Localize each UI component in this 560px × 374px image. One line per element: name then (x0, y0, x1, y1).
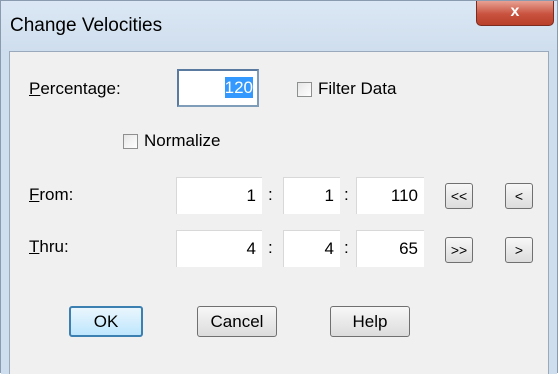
ok-button[interactable]: OK (69, 306, 143, 337)
from-first-button[interactable]: << (445, 183, 473, 209)
thru-beat-field[interactable]: 4 (283, 230, 340, 267)
from-prev-button[interactable]: < (505, 183, 533, 209)
normalize-label: Normalize (144, 131, 221, 150)
normalize-checkbox[interactable] (123, 134, 138, 149)
help-button[interactable]: Help (330, 306, 410, 337)
from-beat-field[interactable]: 1 (283, 177, 340, 214)
dialog-title: Change Velocities (10, 15, 163, 36)
dialog-body: Percentage: 120 Filter Data Normalize Fr… (9, 51, 549, 374)
thru-next-button[interactable]: > (505, 237, 533, 263)
title-bar[interactable]: Change Velocities (1, 1, 557, 51)
percentage-input[interactable]: 120 (177, 69, 259, 107)
close-button[interactable]: x (476, 1, 554, 26)
window-frame-right (549, 51, 557, 374)
thru-last-button[interactable]: >> (445, 237, 473, 263)
thru-separator-1: : (268, 238, 273, 257)
filter-data-checkbox[interactable] (297, 82, 312, 97)
filter-data-label: Filter Data (318, 79, 397, 98)
cancel-button[interactable]: Cancel (197, 306, 277, 337)
dialog-window: Change Velocities x Percentage: 120 Filt… (0, 0, 558, 374)
from-label: From: (29, 185, 74, 204)
from-separator-1: : (268, 185, 273, 204)
percentage-label: Percentage: (29, 79, 121, 98)
from-tick-field[interactable]: 110 (356, 177, 424, 214)
from-separator-2: : (344, 185, 349, 204)
thru-tick-field[interactable]: 65 (356, 230, 424, 267)
from-measure-field[interactable]: 1 (176, 177, 262, 214)
thru-separator-2: : (344, 238, 349, 257)
thru-label: Thru: (29, 237, 69, 256)
thru-measure-field[interactable]: 4 (176, 230, 262, 267)
window-frame-left (1, 51, 9, 374)
